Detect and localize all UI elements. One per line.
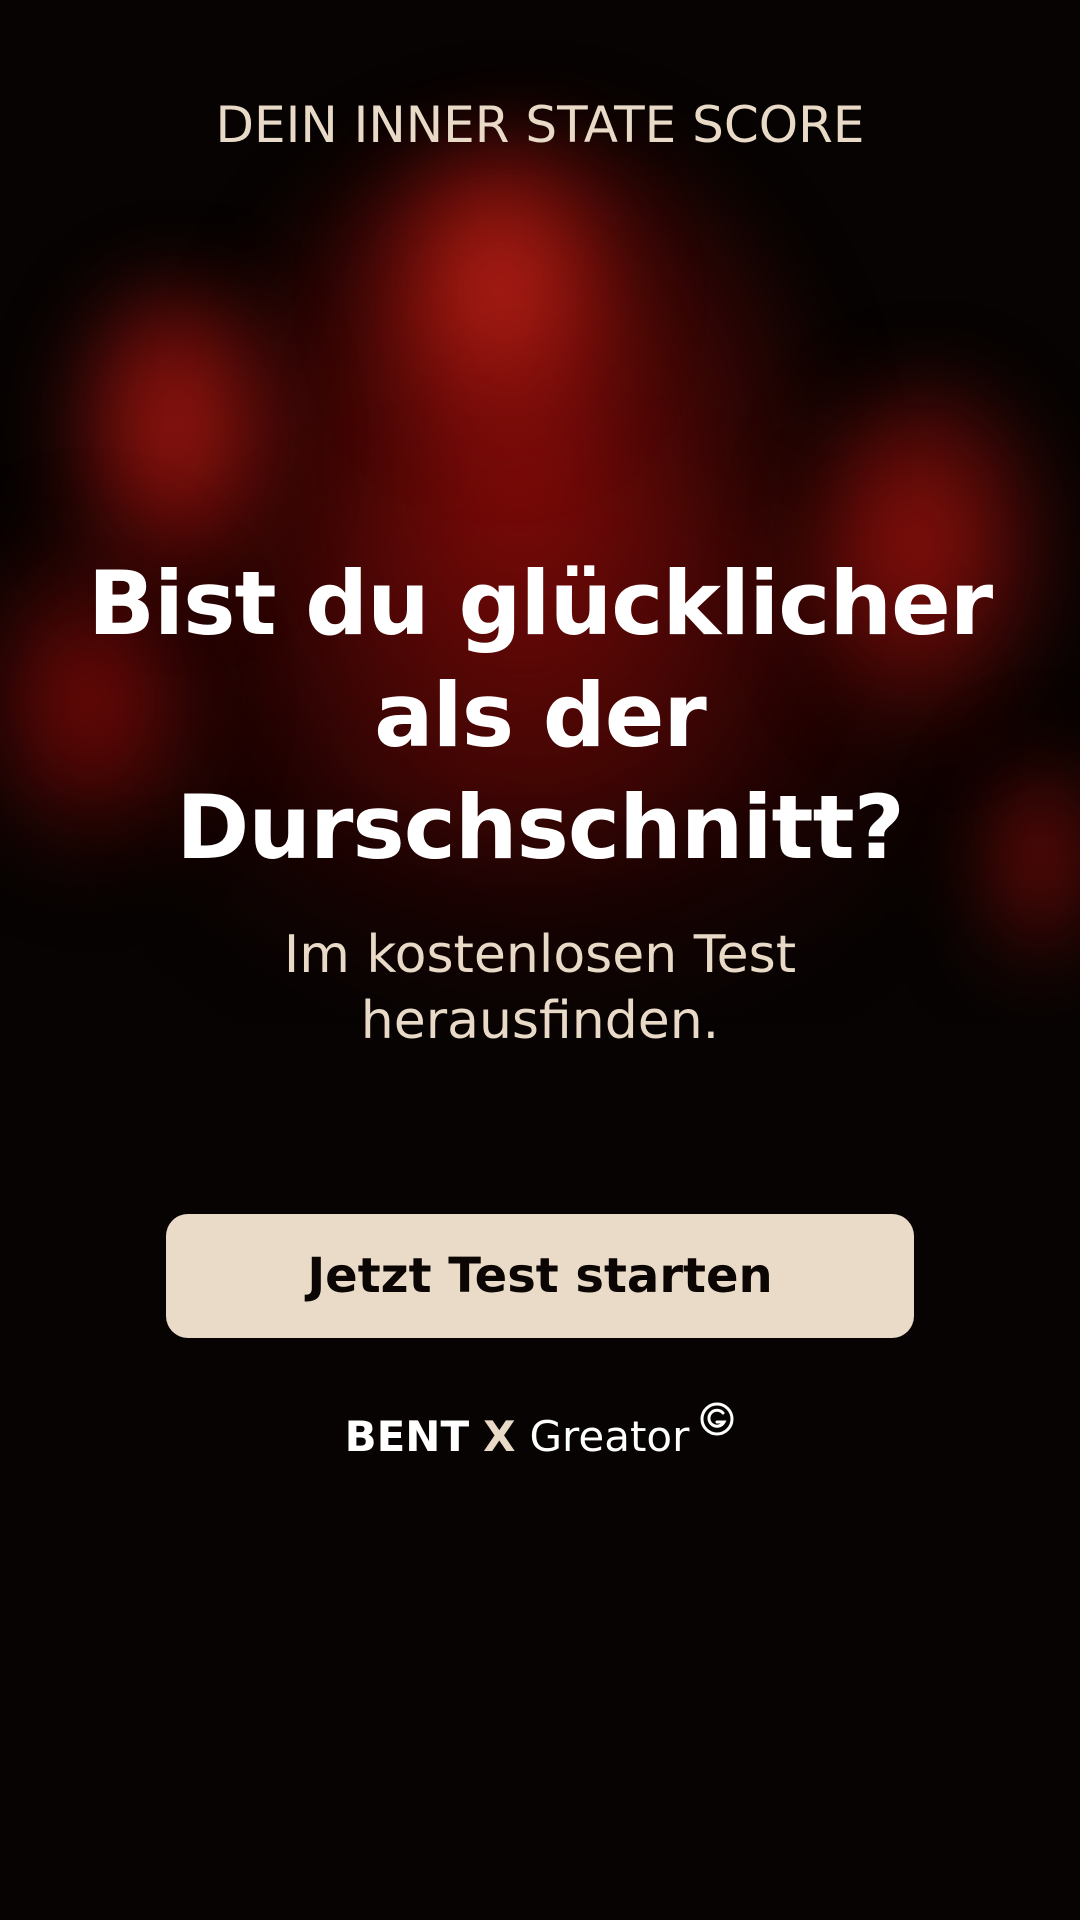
page-headline: Bist du glücklicher als der Durschschnit… <box>40 548 1040 884</box>
greator-g-logo-icon <box>700 1402 734 1435</box>
page-subline: Im kostenlosen Test herausfinden. <box>120 922 960 1054</box>
subline-line-2: herausfinden. <box>360 991 720 1051</box>
brand-logo: BENT X Greator <box>0 1402 1080 1461</box>
quiz-landing-screen: DEIN INNER STATE SCORE Bist du glücklich… <box>0 0 1080 1920</box>
headline-line-3: Durschschnitt? <box>176 776 904 879</box>
headline-line-1: Bist du glücklicher <box>87 552 993 655</box>
subline-line-1: Im kostenlosen Test <box>283 925 797 985</box>
brand-greator: Greator <box>529 1412 690 1461</box>
headline-line-2: als der <box>374 664 707 767</box>
start-test-button[interactable]: Jetzt Test starten <box>166 1214 914 1338</box>
brand-separator: X <box>483 1412 516 1461</box>
brand-bent: BENT <box>344 1412 470 1461</box>
eyebrow-title: DEIN INNER STATE SCORE <box>215 96 865 154</box>
